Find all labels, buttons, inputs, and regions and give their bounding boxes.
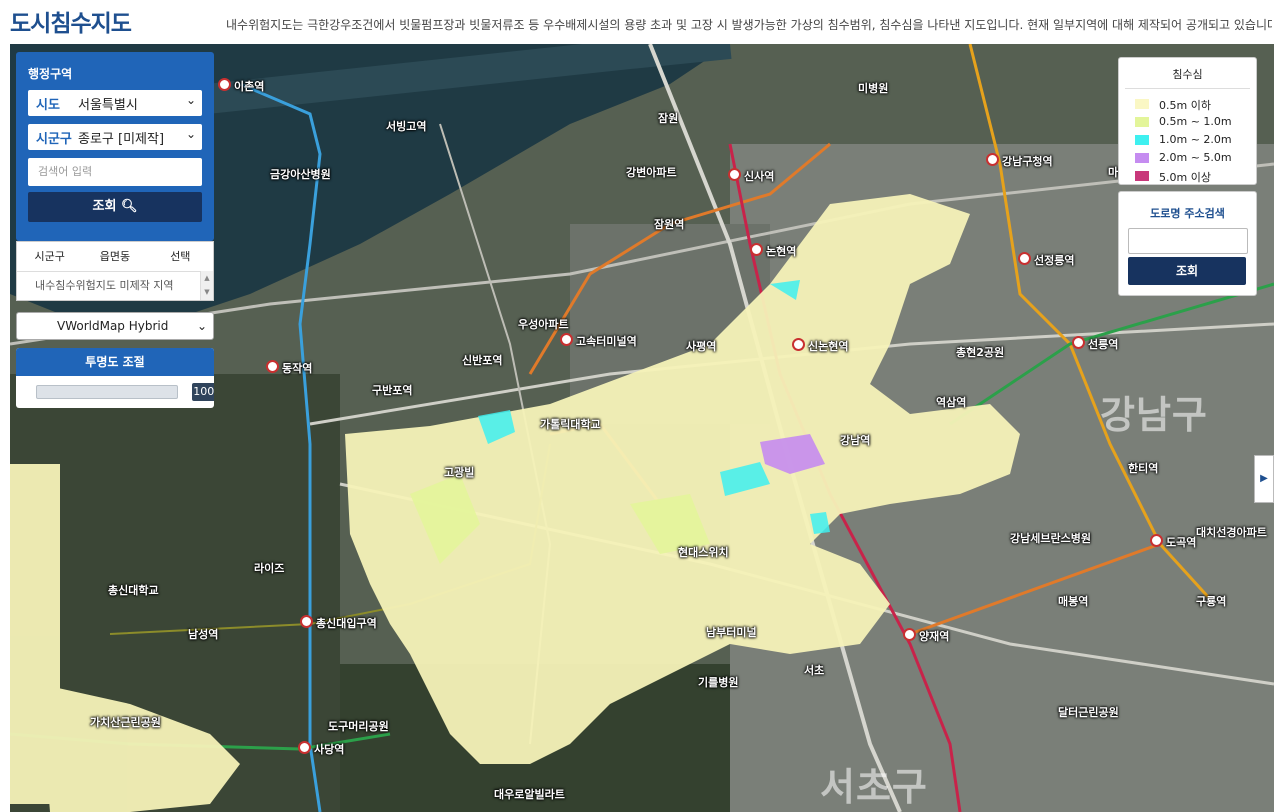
place-label[interactable]: 강변아파트 [626,164,677,180]
legend-swatch [1135,171,1149,181]
table-header: 시군구 읍면동 선택 [17,242,213,272]
opacity-slider[interactable] [36,385,178,399]
legend-swatch [1135,153,1149,163]
station-label[interactable]: 구룡역 [1196,593,1226,609]
station-label[interactable]: 논현역 [750,243,796,259]
legend-label: 0.5m 이하 [1159,99,1211,112]
station-label[interactable]: 양재역 [903,628,949,644]
station-label[interactable]: 매봉역 [1058,593,1088,609]
station-label[interactable]: 신논현역 [792,338,848,354]
legend-item: 5.0m 이상 [1119,167,1256,185]
station-label[interactable]: 신사역 [728,168,774,184]
legend-label: 1.0m ~ 2.0m [1159,133,1232,146]
legend-label: 2.0m ~ 5.0m [1159,151,1232,164]
station-label[interactable]: 동작역 [266,360,312,376]
legend-label: 5.0m 이상 [1159,171,1211,184]
opacity-title: 투명도 조절 [16,348,214,376]
station-label[interactable]: 총신대입구역 [300,615,377,631]
station-label[interactable]: 선정릉역 [1018,252,1074,268]
place-label[interactable]: 미병원 [858,80,888,96]
legend-swatch [1135,117,1149,127]
station-label[interactable]: 선릉역 [1072,336,1118,352]
district-label: 강남구 [1100,393,1208,437]
road-address-input[interactable] [1128,228,1248,254]
app-title: 도시침수지도 [10,11,132,37]
legend-swatch [1135,99,1149,109]
place-label[interactable]: 서초 [804,662,824,678]
table-scrollbar[interactable]: ▲ ▼ [200,271,213,300]
place-label[interactable]: 강남세브란스병원 [1010,530,1091,546]
sido-value: 서울특별시 [78,98,138,113]
chevron-down-icon: ⌄ [196,319,207,333]
sigungu-label: 시군구 [36,132,72,147]
basemap-value: VWorldMap Hybrid [57,319,169,333]
opacity-value: 100% [192,383,214,401]
sido-select[interactable]: 시도 서울특별시 ⌄ [28,90,202,116]
place-label[interactable]: 고광빌 [444,464,474,480]
station-label[interactable]: 이촌역 [218,78,264,94]
place-label[interactable]: 우성아파트 [518,316,569,332]
legend-label: 0.5m ~ 1.0m [1159,115,1232,128]
place-label[interactable]: 남부터미널 [706,624,757,640]
opacity-control: 투명도 조절 100% [16,348,214,408]
place-label[interactable]: 현대스위치 [678,544,729,560]
station-label[interactable]: 사당역 [298,741,344,757]
station-label[interactable]: 도곡역 [1150,534,1196,550]
column-header: 시군구 [34,250,65,263]
place-label[interactable]: 라이즈 [254,560,284,576]
station-label[interactable]: 사평역 [686,338,716,354]
result-table: 시군구 읍면동 선택 내수침수위험지도 미제작 지역 ▲ ▼ [16,241,214,301]
sido-label: 시도 [36,98,60,113]
sigungu-select[interactable]: 시군구 종로구 [미제작] ⌄ [28,124,202,150]
station-label[interactable]: 잠원역 [654,216,684,232]
panel-toggle-arrow-icon[interactable]: ▶ [1254,455,1274,503]
station-label[interactable]: 강남구청역 [986,153,1053,169]
district-label: 서초구 [820,765,928,809]
keyword-search-input[interactable]: 검색어 입력 [28,158,202,186]
search-button[interactable]: 조회 🔍︎ [28,192,202,222]
chevron-down-icon: ⌄ [185,127,196,141]
place-label[interactable]: 잠원 [658,110,678,126]
place-label[interactable]: 가톨릭대학교 [540,416,601,432]
page-description: 내수위험지도는 극한강우조건에서 빗물펌프장과 빗물저류조 등 우수배제시설의 … [226,18,1272,32]
road-search-button[interactable]: 조회 [1128,257,1246,285]
place-label[interactable]: 총현2공원 [956,344,1004,360]
admin-panel: 행정구역 시도 서울특별시 ⌄ 시군구 종로구 [미제작] ⌄ 검색어 입력 조… [16,52,214,241]
place-label[interactable]: 대우로알빌라트 [494,786,565,802]
basemap-select[interactable]: VWorldMap Hybrid ⌄ [16,312,214,340]
station-label[interactable]: 강남역 [840,432,870,448]
depth-legend: 침수심 0.5m 이하 0.5m ~ 1.0m 1.0m ~ 2.0m 2.0m ~ … [1118,57,1257,185]
station-label[interactable]: 한티역 [1128,460,1158,476]
legend-title: 침수심 [1172,68,1203,81]
station-label[interactable]: 고속터미널역 [560,333,637,349]
column-header: 선택 [170,250,191,263]
page-header: 도시침수지도 내수위험지도는 극한강우조건에서 빗물펌프장과 빗물저류조 등 우… [0,0,1280,42]
place-label[interactable]: 총신대학교 [108,582,159,598]
legend-item: 1.0m ~ 2.0m [1119,131,1256,149]
station-label[interactable]: 남성역 [188,626,218,642]
sigungu-value: 종로구 [미제작] [78,132,165,147]
search-button-label: 조회 [92,199,117,214]
table-row: 내수침수위험지도 미제작 지역 [35,279,174,292]
station-label[interactable]: 구반포역 [372,382,412,398]
place-label[interactable]: 서빙고역 [386,118,426,134]
chevron-down-icon: ⌄ [185,93,196,107]
legend-item: 2.0m ~ 5.0m [1119,149,1256,167]
place-label[interactable]: 금강아산병원 [270,166,331,182]
station-label[interactable]: 역삼역 [936,394,966,410]
column-header: 읍면동 [99,250,131,263]
station-label[interactable]: 신반포역 [462,352,502,368]
place-label[interactable]: 도구머리공원 [328,718,389,734]
road-address-search: 도로명 주소검색 조회 [1118,191,1257,296]
road-search-title: 도로명 주소검색 [1150,207,1225,220]
place-label[interactable]: 달터근린공원 [1058,704,1119,720]
place-label[interactable]: 가치산근린공원 [90,714,161,730]
search-icon: 🔍︎ [120,199,138,214]
legend-swatch [1135,135,1149,145]
legend-item: 0.5m ~ 1.0m [1119,113,1256,131]
legend-item: 0.5m 이하 [1119,95,1256,113]
panel-title: 행정구역 [28,67,73,81]
place-label[interactable]: 대치선경아파트 [1196,524,1267,540]
place-label[interactable]: 기를병원 [698,674,738,690]
